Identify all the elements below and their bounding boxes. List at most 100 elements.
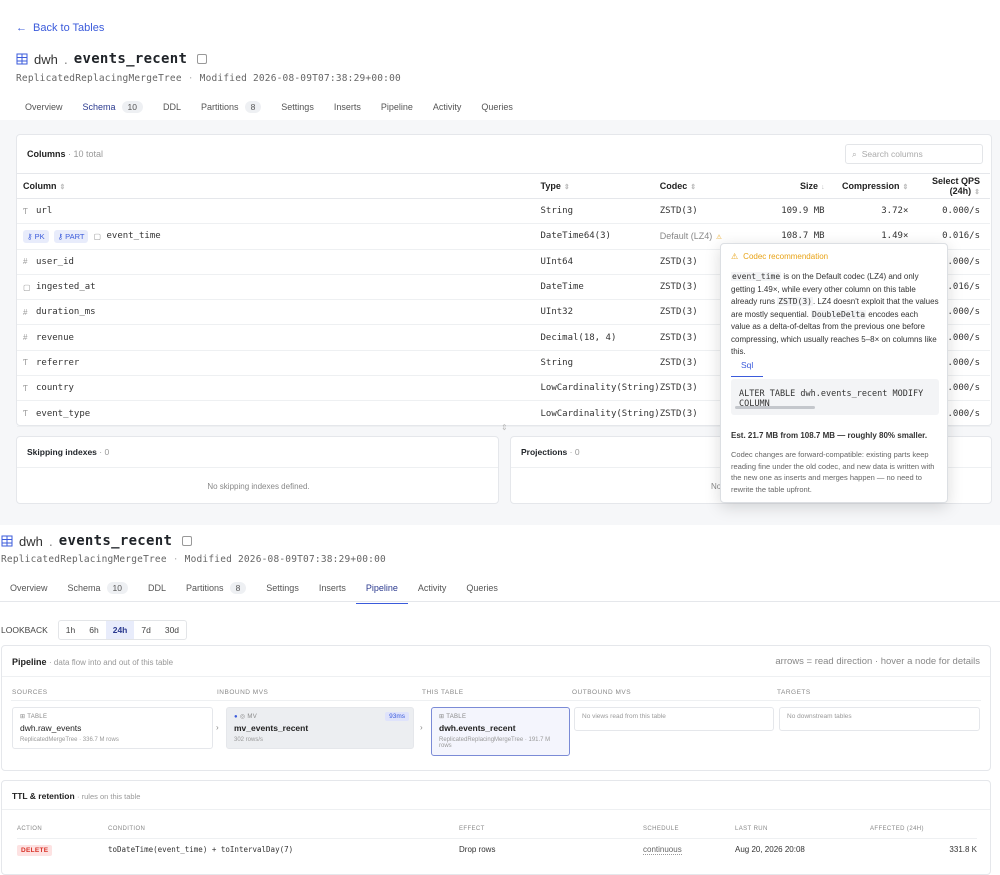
tab-label: Pipeline [380,102,413,112]
tab-label: Queries [466,583,498,593]
column-name-cell: Ƭurl [17,198,541,225]
calendar-icon: ▢ [93,231,102,241]
projections-title: Projections · 0 [521,447,580,457]
lookback-30d[interactable]: 30d [158,621,186,639]
title-separator: . [63,51,68,67]
sort-icon[interactable]: ⇕ [60,184,66,191]
section-inbound-mvs: INBOUND MVS [217,689,269,696]
count-badge: 8 [244,101,262,113]
number-type-icon: # [23,307,28,317]
table-icon [1,535,13,547]
type-cell: String [540,198,660,225]
effect-cell: Drop rows [459,837,643,860]
columns-card-title: Columns · 10 total [27,149,104,159]
sort-desc-icon[interactable]: ↓ [821,184,825,191]
column-name-cell: # revenue [17,324,541,351]
col-schedule: SCHEDULE [643,825,679,832]
qps-cell: 0.000/s [908,198,990,225]
compat-note: Codec changes are forward-compatible: ex… [731,450,935,494]
col-last-run: LAST RUN [735,825,768,832]
column-name-text: revenue [36,332,74,343]
back-to-tables-link[interactable]: ← Back to Tables [16,22,110,34]
outbound-empty: No views read from this table [574,707,774,731]
lookback-24h[interactable]: 24h [105,621,135,639]
col-header-size[interactable]: Size ↓ [770,173,825,199]
header-label: Size [800,181,819,191]
sort-icon[interactable]: ⇕ [690,184,696,191]
warning-icon: ⚠ [731,252,739,261]
column-name: # duration_ms [23,307,541,317]
section-sources: SOURCES [12,689,48,696]
type-cell: LowCardinality(String) [540,400,660,427]
modified-time: Modified 2026-08-09T07:38:29+00:00 [199,73,401,84]
header-label: Compression [841,181,900,191]
header-label: Codec [659,181,688,191]
lookback-1h[interactable]: 1h [59,621,82,639]
column-name-text: user_id [36,256,74,267]
tab-label: Overview [25,102,63,112]
col-header-type[interactable]: Type ⇕ [540,173,660,199]
tab-label: Queries [481,102,513,112]
pipeline-hint: arrows = read direction · hover a node f… [775,656,980,667]
source-node[interactable]: ⊞ TABLE dwh.raw_events ReplicatedMergeTr… [12,707,213,749]
column-name-text: url [36,206,53,217]
count-badge: 10 [106,582,129,594]
this-table-node[interactable]: ⊞ TABLE dwh.events_recent ReplicatedRepl… [431,707,570,756]
column-name-text: duration_ms [36,307,96,318]
arrow-left-icon: ← [16,22,27,34]
modified-time: Modified 2026-08-09T07:38:29+00:00 [184,554,386,565]
type-cell: UInt64 [540,249,660,275]
tab-label: Inserts [333,102,361,112]
copy-icon[interactable] [182,536,193,546]
resize-handle[interactable]: ⇕ [501,423,508,432]
lookback-6h[interactable]: 6h [82,621,105,639]
pk-badge: ⚷ PK [23,229,49,243]
type-cell: DateTime [540,274,660,301]
column-name-cell: # duration_ms [17,299,541,326]
text-type-icon: Ƭ [23,206,28,216]
codec-text: ZSTD(3) [659,332,698,343]
search-input[interactable]: ⌕ Search columns [845,144,983,164]
sort-icon[interactable]: ⇕ [902,184,908,191]
column-name-text: referrer [36,357,80,368]
codec-text: ZSTD(3) [659,206,698,217]
tab-sql[interactable]: Sql [731,360,764,377]
copy-icon[interactable] [197,54,208,64]
section-outbound-mvs: OUTBOUND MVS [572,689,632,696]
warning-icon[interactable]: ⚠ [716,232,721,242]
tab-label: Inserts [318,583,346,593]
database-name: dwh [19,533,43,549]
schedule-cell[interactable]: continuous [643,844,682,855]
skipping-indexes-empty: No skipping indexes defined. [207,482,310,491]
mv-node[interactable]: ● ◎ MV mv_events_recent 302 rows/s 93ms [226,707,414,749]
horizontal-scrollbar[interactable] [735,406,815,409]
codec-text: ZSTD(3) [659,357,698,368]
engine-name: ReplicatedReplacingMergeTree [16,73,182,84]
arrow-icon: › [420,723,423,732]
table-name: events_recent [58,533,173,549]
table-row: DELETE toDateTime(event_time) + toInterv… [17,837,977,860]
column-name-text: ingested_at [36,282,96,293]
ttl-title: TTL & retention · rules on this table [12,791,141,801]
lookback-7d[interactable]: 7d [134,621,157,639]
table-row[interactable]: Ƭurl String ZSTD(3) 109.9 MB 3.72× 0.000/s [17,198,990,225]
col-header-compression[interactable]: Compression ⇕ [824,173,909,199]
column-name-text: event_time [106,231,161,242]
codec-text: ZSTD(3) [659,256,698,267]
column-name: Ƭcountry [23,383,541,393]
table-icon [16,53,28,65]
col-header-column[interactable]: Column ⇕ [17,173,541,199]
ttl-table: ACTION CONDITION EFFECT SCHEDULE LAST RU… [17,820,977,860]
col-header-select-qps-24h[interactable]: Select QPS (24h) ⇕ [908,173,990,199]
codec-text: ZSTD(3) [659,408,698,419]
column-name: Ƭevent_type [23,409,541,419]
page-title: dwh . events_recent [16,51,208,67]
sort-icon[interactable]: ⇕ [564,184,570,191]
lag-badge: 93ms [385,712,409,721]
tab-label: Settings [266,583,299,593]
count-badge: 8 [229,582,247,594]
sort-icon[interactable]: ⇕ [974,189,980,196]
col-header-codec[interactable]: Codec ⇕ [659,173,771,199]
column-name: # user_id [23,257,541,267]
sql-snippet[interactable]: ALTER TABLE dwh.events_recent MODIFY COL… [731,379,939,415]
